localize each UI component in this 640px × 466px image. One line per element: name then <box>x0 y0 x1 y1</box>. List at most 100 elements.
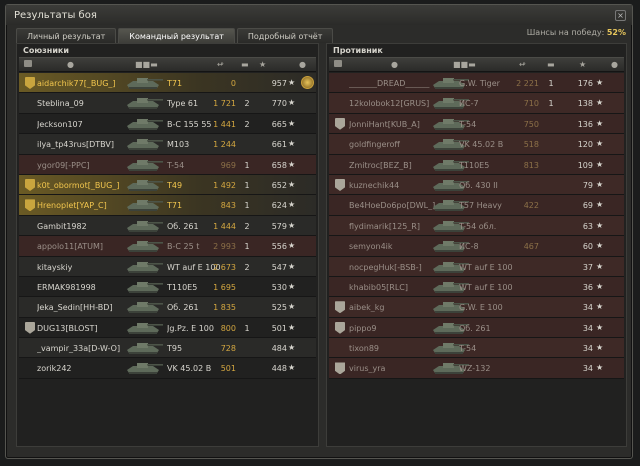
star-icon: ★ <box>288 322 296 332</box>
frags-value: 1 <box>244 160 250 170</box>
player-name: appolo11[ATUM] <box>37 242 103 252</box>
damage-value: 0 <box>230 79 236 88</box>
xp-column-icon[interactable]: ★ <box>579 60 586 69</box>
frags-value: 2 <box>244 221 250 231</box>
platoon-badge-icon <box>335 117 345 130</box>
star-icon: ★ <box>288 78 296 87</box>
player-row[interactable]: ERMAK981998 T110E5 1 695 530 ★ <box>19 277 316 298</box>
player-row[interactable]: DUG13[BLOST] Jg.Pz. E 100 800 1 501 ★ <box>19 318 316 339</box>
xp-value: 448 <box>271 364 287 374</box>
star-icon: ★ <box>288 261 296 271</box>
player-row[interactable]: _vampir_33a[D-W-O] T95 728 484 ★ <box>19 338 316 359</box>
frags-value: 1 <box>548 79 554 88</box>
star-icon: ★ <box>596 159 604 169</box>
star-icon: ★ <box>596 343 604 353</box>
close-icon[interactable]: × <box>615 9 626 21</box>
player-name: ygor09[-PPC] <box>37 160 90 170</box>
xp-column-icon[interactable]: ★ <box>259 60 266 69</box>
medal-icon[interactable] <box>301 76 314 89</box>
platoon-badge-icon <box>335 362 345 375</box>
player-row[interactable]: khabib05[RLC] WT auf E 100 36 ★ <box>329 276 624 298</box>
player-row[interactable]: Zmitroc[BEZ_B] T110E5 813 109 ★ <box>329 154 624 175</box>
player-row[interactable]: nocpegHuk[-BSB-] WT auf E 100 37 ★ <box>329 256 624 277</box>
player-column-icon[interactable]: ● <box>391 60 398 69</box>
frags-value: 1 <box>244 242 250 252</box>
frags-column-icon[interactable]: ▬ <box>241 60 249 69</box>
xp-value: 661 <box>271 140 287 150</box>
player-name: zorik242 <box>37 364 72 374</box>
tank-name: Об. 261 <box>459 323 491 333</box>
player-row[interactable]: Be4HoeDo6po[DWL_] T57 Heavy 422 69 ★ <box>329 195 624 216</box>
star-icon: ★ <box>288 302 296 312</box>
player-row[interactable]: Gambit1982 Об. 261 1 444 2 579 ★ <box>19 215 316 237</box>
tank-name: T-54 обл. <box>459 221 497 231</box>
damage-value: 800 <box>220 323 236 333</box>
player-row[interactable]: virus_yra WZ-132 34 ★ <box>329 358 624 379</box>
squad-column-icon[interactable] <box>24 60 32 69</box>
player-row[interactable]: ilya_tp43rus[DTBV] M103 1 244 661 ★ <box>19 134 316 155</box>
frags-value: 1 <box>244 323 250 333</box>
player-row[interactable]: ygor09[-PPC] T-54 969 1 658 ★ <box>19 154 316 175</box>
player-name: semyon4ik <box>349 242 393 252</box>
tab-personal-result[interactable]: Личный результат <box>16 28 117 43</box>
damage-column-icon[interactable]: ↫ <box>217 60 224 69</box>
allies-column-header: ● ■■▬ ↫ ▬ ★ ● <box>19 57 316 72</box>
tab-detailed-report[interactable]: Подробный отчёт <box>236 28 334 43</box>
player-name: Gambit1982 <box>37 221 87 231</box>
player-row[interactable]: goldfingeroff VK 45.02 B 518 120 ★ <box>329 134 624 155</box>
player-row[interactable]: Jeckson107 B-C 155 55 1 441 2 665 ★ <box>19 114 316 135</box>
medal-column-icon[interactable]: ● <box>611 60 618 69</box>
enemies-column-header: ● ■■▬ ↫ ▬ ★ ● <box>329 57 624 72</box>
damage-value: 750 <box>523 119 539 129</box>
player-row[interactable]: aibek_kg G.W. E 100 34 ★ <box>329 297 624 318</box>
xp-value: 36 <box>582 282 593 292</box>
star-icon: ★ <box>596 281 604 291</box>
platoon-badge-icon <box>25 321 35 334</box>
xp-value: 658 <box>271 160 287 170</box>
xp-value: 176 <box>577 79 593 88</box>
xp-value: 624 <box>271 201 287 211</box>
tank-column-icon[interactable]: ■■▬ <box>135 60 158 69</box>
star-icon: ★ <box>288 159 296 169</box>
player-row[interactable]: appolo11[ATUM] B-C 25 t2 993 1 556 ★ <box>19 236 316 257</box>
damage-value: 843 <box>220 201 236 211</box>
player-row[interactable]: aidarchik77[_BUG_] T71 0 957 ★ <box>19 73 316 94</box>
damage-value: 2 221 <box>516 79 539 88</box>
player-row[interactable]: pippo9 Об. 261 34 ★ <box>329 317 624 339</box>
player-name: kuznechik44 <box>349 180 400 190</box>
tab-team-result[interactable]: Командный результат <box>118 28 235 43</box>
player-row[interactable]: k0t_obormot[_BUG_] T49 1 492 1 652 ★ <box>19 174 316 196</box>
xp-value: 501 <box>271 323 287 333</box>
tank-column-icon[interactable]: ■■▬ <box>453 60 476 69</box>
player-row[interactable]: Steblina_09 Type 61 1 721 2 770 ★ <box>19 93 316 114</box>
battle-results-window: Результаты боя × Личный результат Команд… <box>5 4 633 459</box>
player-row[interactable]: tixon89 T-54 34 ★ <box>329 338 624 359</box>
platoon-badge-icon <box>335 321 345 334</box>
player-row[interactable]: kuznechik44 Об. 430 II 79 ★ <box>329 174 624 196</box>
xp-value: 484 <box>271 344 287 354</box>
tank-image <box>127 302 163 314</box>
tank-image <box>127 159 163 171</box>
frags-column-icon[interactable]: ▬ <box>547 60 555 69</box>
player-row[interactable]: Jeka_Sedin[HH-BD] Об. 261 1 835 525 ★ <box>19 297 316 318</box>
damage-value: 467 <box>523 242 539 252</box>
player-row[interactable]: kitayskiy WT auf E 100 2 673 2 547 ★ <box>19 256 316 277</box>
tank-image <box>127 281 163 293</box>
damage-value: 1 441 <box>213 119 236 129</box>
player-column-icon[interactable]: ● <box>67 60 74 69</box>
player-row[interactable]: JonniHant[KUB_A] T-54 750 136 ★ <box>329 113 624 135</box>
xp-value: 109 <box>577 160 593 170</box>
player-row[interactable]: 12kolobok12[GRUS] ИС-7 710 1 138 ★ <box>329 93 624 114</box>
player-row[interactable]: Hrenoplet[YAP_C] T71 843 1 624 ★ <box>19 195 316 216</box>
medal-column-icon[interactable]: ● <box>299 60 306 69</box>
player-row[interactable]: _______DREAD______ G.W. Tiger 2 221 1 176 ★ <box>329 73 624 94</box>
player-row[interactable]: semyon4ik ИС-8 467 60 ★ <box>329 236 624 257</box>
star-icon: ★ <box>288 281 296 291</box>
xp-value: 79 <box>582 180 593 190</box>
xp-value: 652 <box>271 180 287 190</box>
xp-value: 530 <box>271 282 287 292</box>
player-row[interactable]: zorik242 VK 45.02 B 501 448 ★ <box>19 358 316 379</box>
squad-column-icon[interactable] <box>334 60 342 69</box>
damage-column-icon[interactable]: ↫ <box>519 60 526 69</box>
player-row[interactable]: flydimarik[125_R] T-54 обл. 63 ★ <box>329 215 624 237</box>
